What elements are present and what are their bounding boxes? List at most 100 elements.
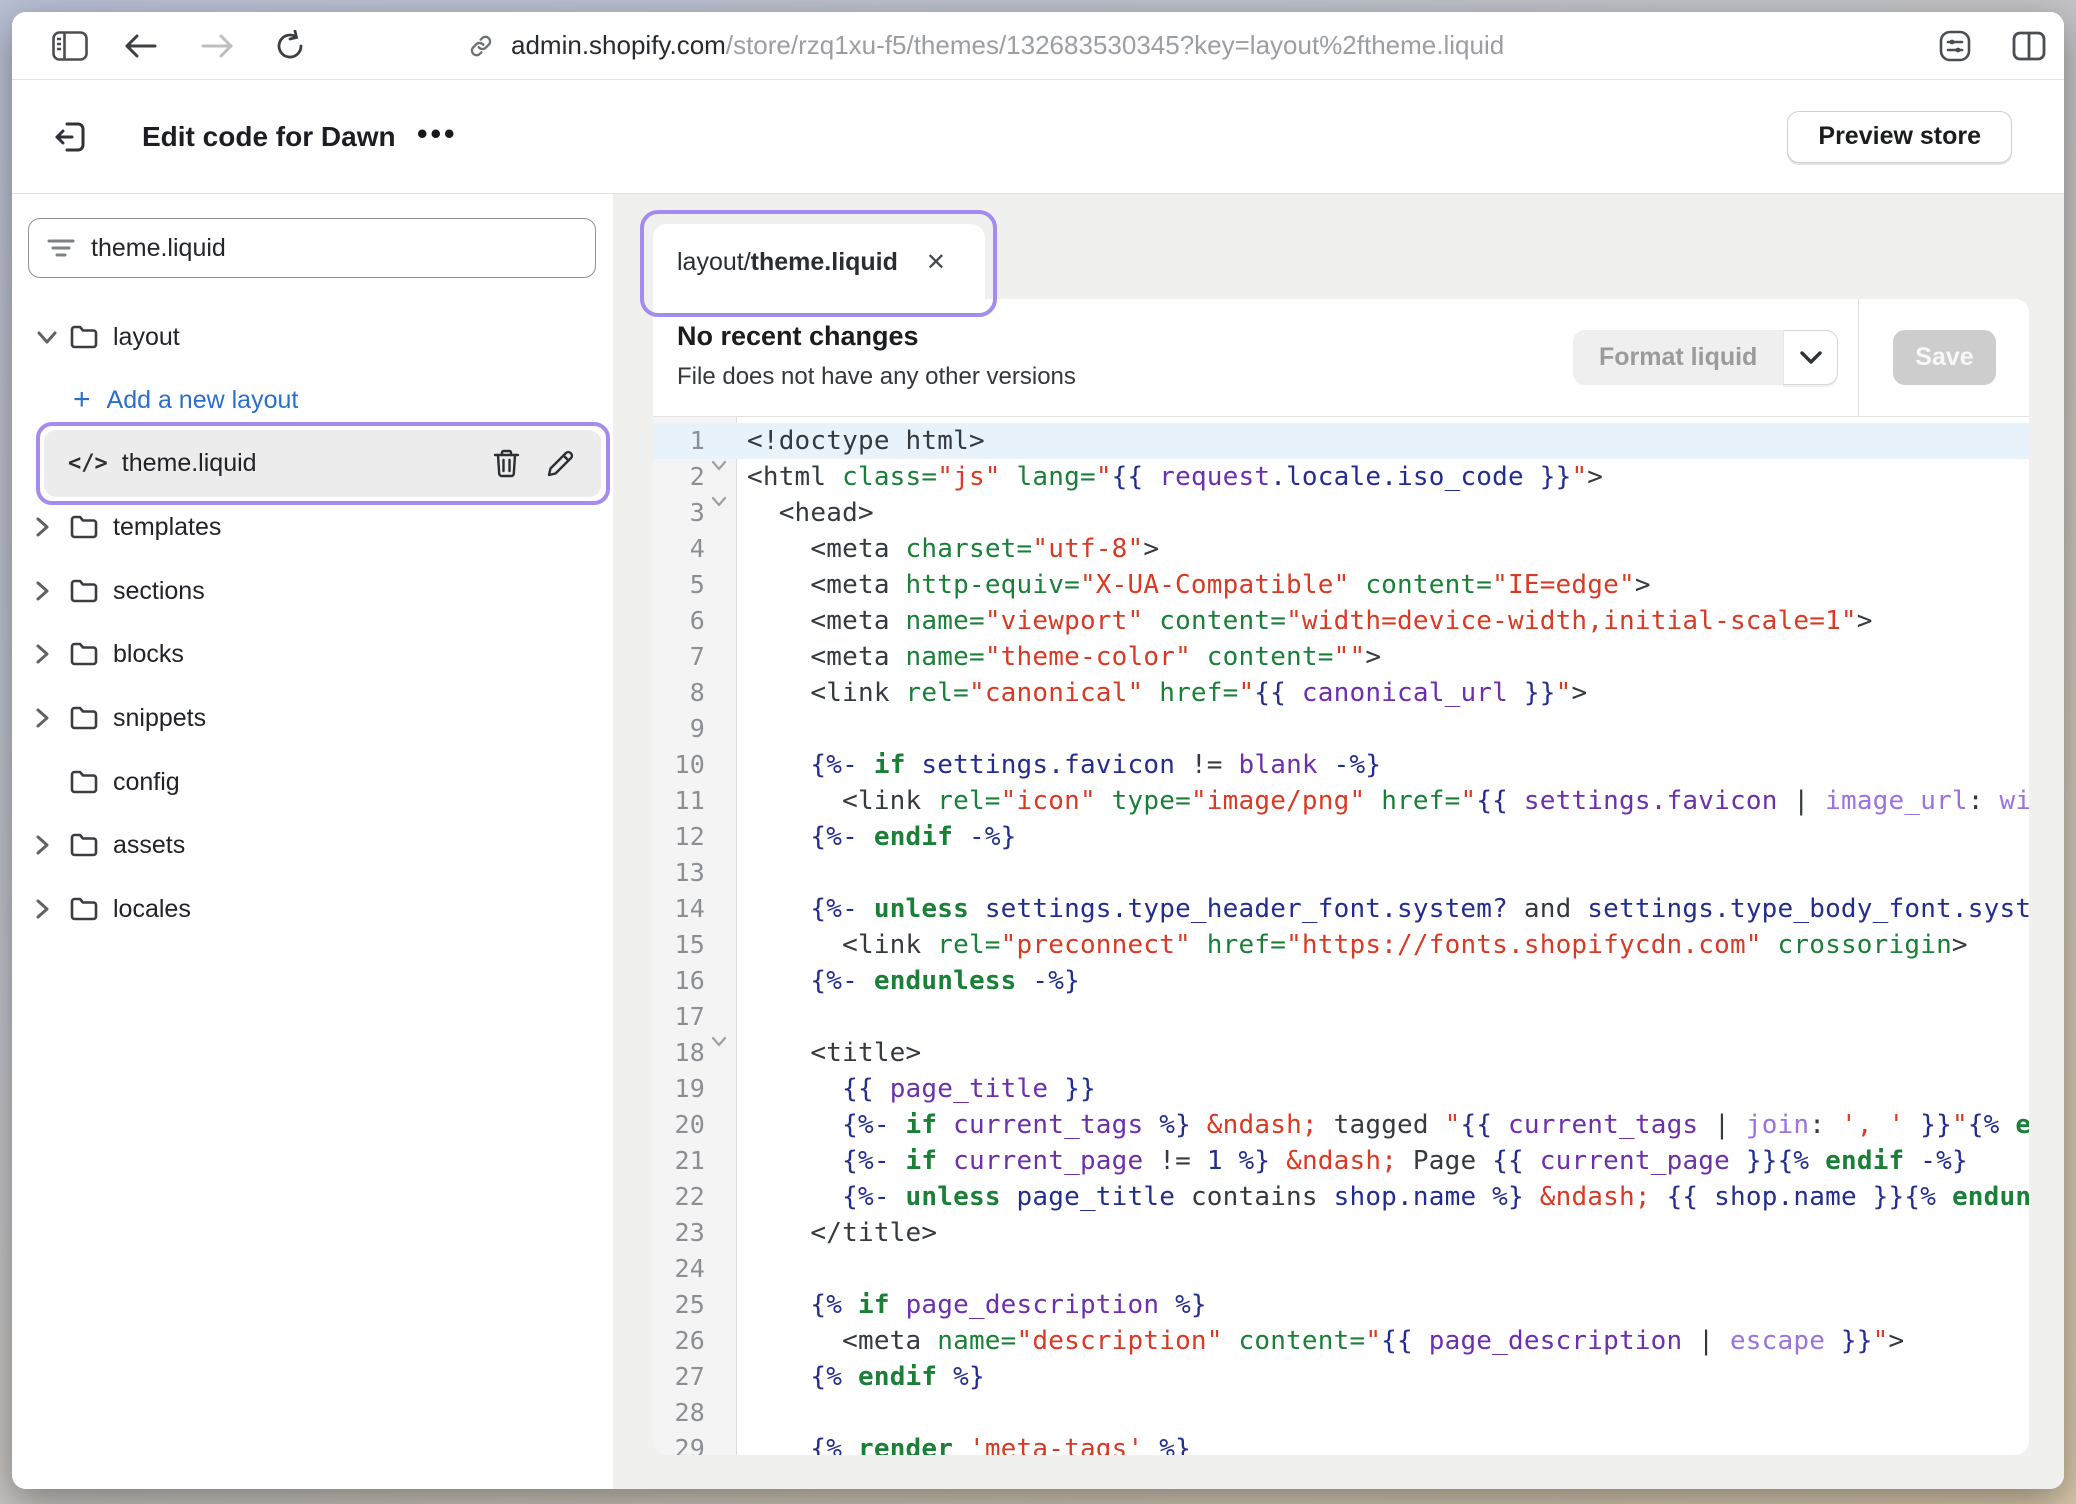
browser-toolbar: admin.shopify.com/store/rzq1xu-f5/themes… [12, 12, 2064, 80]
line-number: 9 [653, 711, 705, 747]
line-number: 11 [653, 783, 705, 819]
file-tree: layout+Add a new layout</>theme.liquidte… [12, 194, 613, 1489]
code-line-24[interactable]: 24 [653, 1251, 2029, 1287]
editor-card: No recent changes File does not have any… [653, 299, 2029, 1455]
code-line-3[interactable]: 3 <head> [653, 495, 2029, 531]
code-line-15[interactable]: 15 <link rel="preconnect" href="https://… [653, 927, 2029, 963]
code-file-icon: </> [68, 451, 108, 476]
format-liquid-button-group: Format liquid [1573, 330, 1838, 385]
action-label: Add a new layout [107, 386, 299, 415]
code-line-11[interactable]: 11 <link rel="icon" type="image/png" hre… [653, 783, 2029, 819]
code-line-text: {%- if current_tags %} &ndash; tagged "{… [747, 1107, 2029, 1143]
sidebar-folder-sections[interactable]: sections [12, 560, 613, 622]
app-header: Edit code for Dawn ••• Preview store [12, 80, 2064, 194]
save-button[interactable]: Save [1893, 330, 1996, 385]
reload-icon[interactable] [274, 30, 306, 62]
code-line-text: <meta name="theme-color" content=""> [747, 639, 2029, 675]
code-line-25[interactable]: 25 {% if page_description %} [653, 1287, 2029, 1323]
tab-label: layout/theme.liquid [677, 248, 898, 277]
line-number: 12 [653, 819, 705, 855]
line-number: 27 [653, 1359, 705, 1395]
folder-label: templates [113, 513, 221, 542]
code-line-7[interactable]: 7 <meta name="theme-color" content=""> [653, 639, 2029, 675]
folder-icon [69, 324, 99, 350]
code-line-10[interactable]: 10 {%- if settings.favicon != blank -%} [653, 747, 2029, 783]
sidebar-folder-assets[interactable]: assets [12, 814, 613, 876]
folder-label: layout [113, 323, 180, 352]
line-number: 13 [653, 855, 705, 891]
code-line-23[interactable]: 23 </title> [653, 1215, 2029, 1251]
rename-file-icon[interactable] [546, 449, 575, 478]
chevron-right-icon[interactable] [35, 642, 69, 666]
tab-close-icon[interactable]: ✕ [926, 251, 946, 275]
code-line-4[interactable]: 4 <meta charset="utf-8"> [653, 531, 2029, 567]
code-line-28[interactable]: 28 [653, 1395, 2029, 1431]
code-line-text: {%- if current_page != 1 %} &ndash; Page… [747, 1143, 2029, 1179]
code-editor[interactable]: 1<!doctype html>2<html class="js" lang="… [653, 417, 2029, 1455]
code-line-27[interactable]: 27 {% endif %} [653, 1359, 2029, 1395]
split-view-icon[interactable] [2012, 31, 2046, 61]
folder-label: config [113, 768, 180, 797]
fold-toggle-icon[interactable] [711, 496, 727, 507]
line-number: 14 [653, 891, 705, 927]
sidebar-folder-blocks[interactable]: blocks [12, 623, 613, 685]
sidebar-folder-templates[interactable]: templates [12, 496, 613, 558]
code-line-26[interactable]: 26 <meta name="description" content="{{ … [653, 1323, 2029, 1359]
sidebar-item-theme-liquid[interactable]: </>theme.liquid [44, 430, 601, 497]
exit-icon[interactable] [54, 120, 88, 154]
forward-icon[interactable] [200, 33, 234, 59]
code-line-6[interactable]: 6 <meta name="viewport" content="width=d… [653, 603, 2029, 639]
code-line-22[interactable]: 22 {%- unless page_title contains shop.n… [653, 1179, 2029, 1215]
fold-toggle-icon[interactable] [711, 460, 727, 471]
fold-toggle-icon[interactable] [711, 1036, 727, 1047]
code-line-text: <link rel="preconnect" href="https://fon… [747, 927, 2029, 963]
code-line-20[interactable]: 20 {%- if current_tags %} &ndash; tagged… [653, 1107, 2029, 1143]
chevron-right-icon[interactable] [35, 706, 69, 730]
folder-label: blocks [113, 640, 184, 669]
code-line-text: <html class="js" lang="{{ request.locale… [747, 459, 2029, 495]
code-line-text: {{ page_title }} [747, 1071, 2029, 1107]
overflow-menu-icon[interactable]: ••• [417, 117, 458, 151]
chevron-right-icon[interactable] [35, 515, 69, 539]
code-line-19[interactable]: 19 {{ page_title }} [653, 1071, 2029, 1107]
code-line-14[interactable]: 14 {%- unless settings.type_header_font.… [653, 891, 2029, 927]
tuner-icon[interactable] [1937, 28, 1973, 64]
format-liquid-button[interactable]: Format liquid [1573, 330, 1783, 385]
code-line-text: <meta name="description" content="{{ pag… [747, 1323, 2029, 1359]
line-number: 3 [653, 495, 705, 531]
code-line-1[interactable]: 1<!doctype html> [653, 423, 2029, 459]
code-line-12[interactable]: 12 {%- endif -%} [653, 819, 2029, 855]
sidebar-folder-locales[interactable]: locales [12, 878, 613, 940]
sidebar-folder-layout[interactable]: layout [12, 306, 613, 368]
code-line-17[interactable]: 17 [653, 999, 2029, 1035]
version-status-subtext: File does not have any other versions [677, 363, 1076, 391]
chevron-right-icon[interactable] [35, 579, 69, 603]
code-line-8[interactable]: 8 <link rel="canonical" href="{{ canonic… [653, 675, 2029, 711]
panel-toggle-icon[interactable] [52, 31, 88, 61]
code-line-9[interactable]: 9 [653, 711, 2029, 747]
back-icon[interactable] [124, 33, 158, 59]
line-number: 24 [653, 1251, 705, 1287]
delete-file-icon[interactable] [493, 449, 520, 478]
address-bar[interactable]: admin.shopify.com/store/rzq1xu-f5/themes… [467, 12, 1504, 79]
chevron-down-icon[interactable] [35, 330, 69, 345]
code-line-21[interactable]: 21 {%- if current_page != 1 %} &ndash; P… [653, 1143, 2029, 1179]
code-line-text: {%- unless page_title contains shop.name… [747, 1179, 2029, 1215]
chevron-right-icon[interactable] [35, 833, 69, 857]
code-line-16[interactable]: 16 {%- endunless -%} [653, 963, 2029, 999]
file-sidebar: theme.liquid layout+Add a new layout</>t… [12, 194, 613, 1489]
line-number: 29 [653, 1431, 705, 1455]
code-line-5[interactable]: 5 <meta http-equiv="X-UA-Compatible" con… [653, 567, 2029, 603]
format-liquid-caret-button[interactable] [1783, 330, 1838, 385]
code-line-13[interactable]: 13 [653, 855, 2029, 891]
line-number: 20 [653, 1107, 705, 1143]
tab-theme-liquid[interactable]: layout/theme.liquid ✕ [653, 224, 985, 311]
preview-store-button[interactable]: Preview store [1787, 111, 2012, 163]
sidebar-folder-config[interactable]: config [12, 751, 613, 813]
code-line-2[interactable]: 2<html class="js" lang="{{ request.local… [653, 459, 2029, 495]
code-line-18[interactable]: 18 <title> [653, 1035, 2029, 1071]
line-number: 25 [653, 1287, 705, 1323]
chevron-right-icon[interactable] [35, 897, 69, 921]
sidebar-folder-snippets[interactable]: snippets [12, 687, 613, 749]
code-line-29[interactable]: 29 {% render 'meta-tags' %} [653, 1431, 2029, 1455]
